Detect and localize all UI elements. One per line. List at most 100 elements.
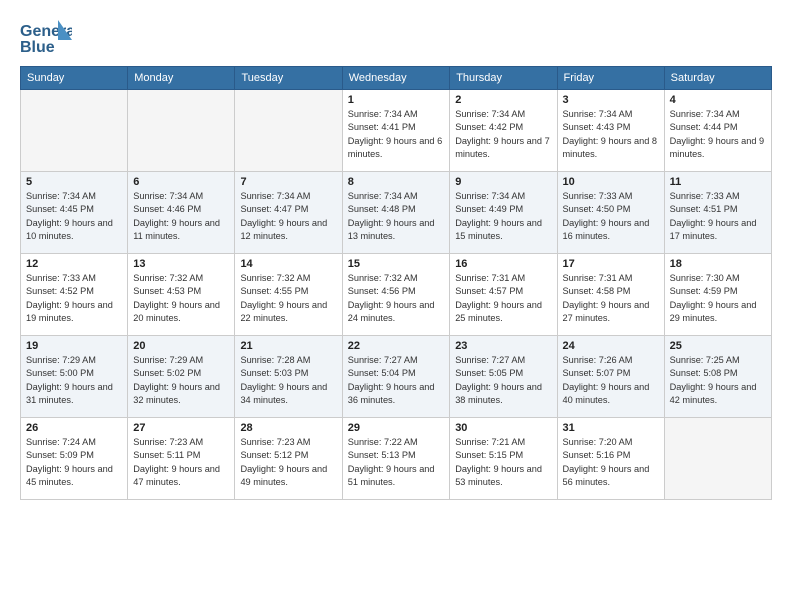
calendar-cell: 16 Sunrise: 7:31 AM Sunset: 4:57 PM Dayli…	[450, 254, 557, 336]
calendar-cell: 22 Sunrise: 7:27 AM Sunset: 5:04 PM Dayli…	[342, 336, 449, 418]
day-number: 5	[26, 176, 122, 188]
calendar-cell: 1 Sunrise: 7:34 AM Sunset: 4:41 PM Daylig…	[342, 90, 449, 172]
day-info: Sunrise: 7:34 AM Sunset: 4:49 PM Dayligh…	[455, 190, 551, 243]
day-info: Sunrise: 7:30 AM Sunset: 4:59 PM Dayligh…	[670, 272, 766, 325]
day-number: 23	[455, 340, 551, 352]
calendar-cell: 18Sunrise: 7:30 AM Sunset: 4:59 PM Dayli…	[664, 254, 771, 336]
day-number: 2	[455, 94, 551, 106]
page: General Blue SundayMondayTuesdayWednesda…	[0, 0, 792, 612]
day-info: Sunrise: 7:32 AM Sunset: 4:55 PM Dayligh…	[240, 272, 336, 325]
svg-text:Blue: Blue	[20, 39, 55, 56]
day-info: Sunrise: 7:31 AM Sunset: 4:57 PM Dayligh…	[455, 272, 551, 325]
day-info: Sunrise: 7:32 AM Sunset: 4:53 PM Dayligh…	[133, 272, 229, 325]
day-number: 15	[348, 258, 444, 270]
calendar-header-saturday: Saturday	[664, 67, 771, 90]
calendar-cell: 19Sunrise: 7:29 AM Sunset: 5:00 PM Dayli…	[21, 336, 128, 418]
day-info: Sunrise: 7:33 AM Sunset: 4:51 PM Dayligh…	[670, 190, 766, 243]
calendar-cell: 20 Sunrise: 7:29 AM Sunset: 5:02 PM Dayli…	[128, 336, 235, 418]
calendar-header-friday: Friday	[557, 67, 664, 90]
day-info: Sunrise: 7:32 AM Sunset: 4:56 PM Dayligh…	[348, 272, 444, 325]
day-info: Sunrise: 7:34 AM Sunset: 4:41 PM Dayligh…	[348, 108, 444, 161]
day-number: 1	[348, 94, 444, 106]
day-info: Sunrise: 7:34 AM Sunset: 4:45 PM Dayligh…	[26, 190, 122, 243]
calendar-week-row: 5 Sunrise: 7:34 AM Sunset: 4:45 PM Daylig…	[21, 172, 772, 254]
calendar-cell: 4 Sunrise: 7:34 AM Sunset: 4:44 PM Daylig…	[664, 90, 771, 172]
calendar-cell: 31Sunrise: 7:20 AM Sunset: 5:16 PM Dayli…	[557, 418, 664, 500]
day-number: 25	[670, 340, 766, 352]
day-number: 27	[133, 422, 229, 434]
calendar-cell	[21, 90, 128, 172]
day-number: 7	[240, 176, 336, 188]
calendar-week-row: 1 Sunrise: 7:34 AM Sunset: 4:41 PM Daylig…	[21, 90, 772, 172]
day-number: 28	[240, 422, 336, 434]
day-info: Sunrise: 7:26 AM Sunset: 5:07 PM Dayligh…	[563, 354, 659, 407]
calendar-cell: 26 Sunrise: 7:24 AM Sunset: 5:09 PM Dayli…	[21, 418, 128, 500]
day-number: 14	[240, 258, 336, 270]
calendar-cell: 2 Sunrise: 7:34 AM Sunset: 4:42 PM Daylig…	[450, 90, 557, 172]
calendar-cell: 13 Sunrise: 7:32 AM Sunset: 4:53 PM Dayli…	[128, 254, 235, 336]
day-number: 10	[563, 176, 659, 188]
day-info: Sunrise: 7:34 AM Sunset: 4:48 PM Dayligh…	[348, 190, 444, 243]
calendar-header-wednesday: Wednesday	[342, 67, 449, 90]
calendar-header-tuesday: Tuesday	[235, 67, 342, 90]
day-number: 30	[455, 422, 551, 434]
calendar-header-sunday: Sunday	[21, 67, 128, 90]
calendar-cell: 15 Sunrise: 7:32 AM Sunset: 4:56 PM Dayli…	[342, 254, 449, 336]
calendar-cell: 21 Sunrise: 7:28 AM Sunset: 5:03 PM Dayli…	[235, 336, 342, 418]
day-info: Sunrise: 7:34 AM Sunset: 4:43 PM Dayligh…	[563, 108, 659, 161]
day-number: 16	[455, 258, 551, 270]
day-info: Sunrise: 7:27 AM Sunset: 5:04 PM Dayligh…	[348, 354, 444, 407]
day-number: 17	[563, 258, 659, 270]
calendar-header-thursday: Thursday	[450, 67, 557, 90]
calendar-week-row: 19Sunrise: 7:29 AM Sunset: 5:00 PM Dayli…	[21, 336, 772, 418]
calendar-cell: 9 Sunrise: 7:34 AM Sunset: 4:49 PM Daylig…	[450, 172, 557, 254]
calendar-cell: 28Sunrise: 7:23 AM Sunset: 5:12 PM Dayli…	[235, 418, 342, 500]
calendar-cell: 3 Sunrise: 7:34 AM Sunset: 4:43 PM Daylig…	[557, 90, 664, 172]
logo: General Blue	[20, 16, 72, 58]
logo-icon: General Blue	[20, 16, 72, 58]
day-info: Sunrise: 7:25 AM Sunset: 5:08 PM Dayligh…	[670, 354, 766, 407]
day-number: 4	[670, 94, 766, 106]
calendar-week-row: 12Sunrise: 7:33 AM Sunset: 4:52 PM Dayli…	[21, 254, 772, 336]
day-info: Sunrise: 7:29 AM Sunset: 5:02 PM Dayligh…	[133, 354, 229, 407]
calendar-table: SundayMondayTuesdayWednesdayThursdayFrid…	[20, 66, 772, 500]
day-number: 6	[133, 176, 229, 188]
calendar-cell: 29Sunrise: 7:22 AM Sunset: 5:13 PM Dayli…	[342, 418, 449, 500]
calendar-cell: 12Sunrise: 7:33 AM Sunset: 4:52 PM Dayli…	[21, 254, 128, 336]
calendar-cell: 24 Sunrise: 7:26 AM Sunset: 5:07 PM Dayli…	[557, 336, 664, 418]
calendar-cell: 30Sunrise: 7:21 AM Sunset: 5:15 PM Dayli…	[450, 418, 557, 500]
calendar-cell: 11 Sunrise: 7:33 AM Sunset: 4:51 PM Dayli…	[664, 172, 771, 254]
calendar-cell: 6Sunrise: 7:34 AM Sunset: 4:46 PM Daylig…	[128, 172, 235, 254]
day-number: 12	[26, 258, 122, 270]
calendar-cell: 17 Sunrise: 7:31 AM Sunset: 4:58 PM Dayli…	[557, 254, 664, 336]
day-info: Sunrise: 7:20 AM Sunset: 5:16 PM Dayligh…	[563, 436, 659, 489]
calendar-cell: 5 Sunrise: 7:34 AM Sunset: 4:45 PM Daylig…	[21, 172, 128, 254]
header: General Blue	[20, 16, 772, 58]
day-info: Sunrise: 7:29 AM Sunset: 5:00 PM Dayligh…	[26, 354, 122, 407]
calendar-cell	[664, 418, 771, 500]
day-number: 22	[348, 340, 444, 352]
day-number: 24	[563, 340, 659, 352]
day-number: 8	[348, 176, 444, 188]
day-info: Sunrise: 7:28 AM Sunset: 5:03 PM Dayligh…	[240, 354, 336, 407]
day-number: 26	[26, 422, 122, 434]
day-info: Sunrise: 7:23 AM Sunset: 5:11 PM Dayligh…	[133, 436, 229, 489]
day-info: Sunrise: 7:34 AM Sunset: 4:44 PM Dayligh…	[670, 108, 766, 161]
day-info: Sunrise: 7:22 AM Sunset: 5:13 PM Dayligh…	[348, 436, 444, 489]
day-number: 11	[670, 176, 766, 188]
day-number: 3	[563, 94, 659, 106]
day-number: 9	[455, 176, 551, 188]
day-number: 20	[133, 340, 229, 352]
calendar-week-row: 26 Sunrise: 7:24 AM Sunset: 5:09 PM Dayli…	[21, 418, 772, 500]
calendar-cell: 14 Sunrise: 7:32 AM Sunset: 4:55 PM Dayli…	[235, 254, 342, 336]
calendar-cell: 27 Sunrise: 7:23 AM Sunset: 5:11 PM Dayli…	[128, 418, 235, 500]
day-number: 13	[133, 258, 229, 270]
day-info: Sunrise: 7:34 AM Sunset: 4:42 PM Dayligh…	[455, 108, 551, 161]
calendar-cell: 10Sunrise: 7:33 AM Sunset: 4:50 PM Dayli…	[557, 172, 664, 254]
day-info: Sunrise: 7:31 AM Sunset: 4:58 PM Dayligh…	[563, 272, 659, 325]
calendar-header-row: SundayMondayTuesdayWednesdayThursdayFrid…	[21, 67, 772, 90]
day-info: Sunrise: 7:34 AM Sunset: 4:47 PM Dayligh…	[240, 190, 336, 243]
day-info: Sunrise: 7:24 AM Sunset: 5:09 PM Dayligh…	[26, 436, 122, 489]
calendar-header-monday: Monday	[128, 67, 235, 90]
day-number: 21	[240, 340, 336, 352]
